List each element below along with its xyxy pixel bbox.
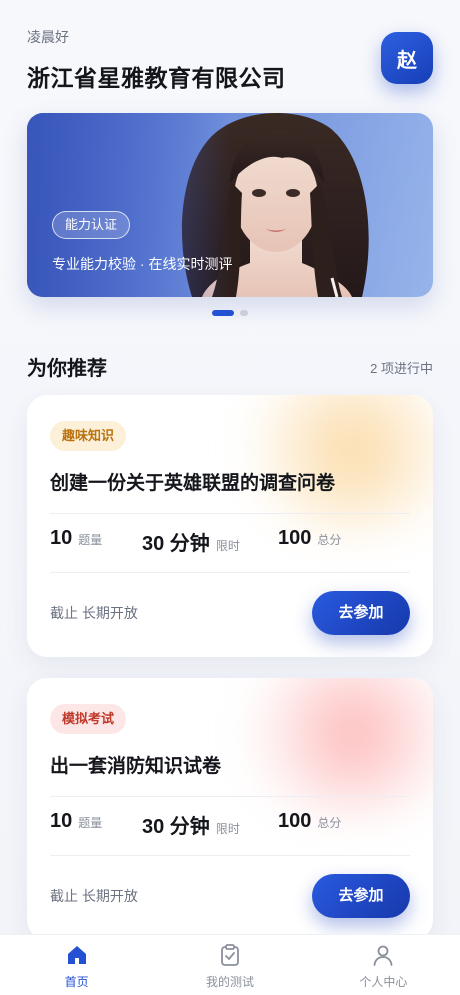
tab-label: 个人中心	[359, 975, 408, 989]
carousel-dot-2[interactable]	[240, 310, 248, 316]
question-count-label: 题量	[78, 816, 103, 830]
tab-label: 首页	[64, 975, 89, 989]
home-icon	[67, 946, 86, 964]
join-button[interactable]: 去参加	[312, 591, 410, 635]
deadline-text: 截止 长期开放	[50, 888, 138, 904]
tab-my-tests[interactable]: 我的测试	[153, 935, 306, 995]
category-badge: 模拟考试	[50, 704, 127, 734]
time-limit-label: 限时	[215, 822, 240, 836]
question-count-label: 题量	[78, 533, 103, 547]
join-button[interactable]: 去参加	[312, 874, 410, 918]
home-screen: 凌晨好 浙江省星雅教育有限公司 赵 能力认证 专业能力校验 · 在线实时测评 为…	[0, 0, 460, 995]
tab-profile[interactable]: 个人中心	[307, 935, 460, 995]
time-limit: 30 分钟	[142, 533, 210, 555]
quiz-title: 出一套消防知识试卷	[50, 756, 222, 777]
company-name: 浙江省星雅教育有限公司	[27, 65, 286, 91]
quiz-stats: 10 题量 30 分钟 限时 100 总分	[50, 810, 410, 840]
clipboard-icon	[221, 944, 239, 966]
carousel-dot-1[interactable]	[212, 310, 234, 316]
total-score-label: 总分	[317, 533, 342, 547]
divider	[50, 572, 410, 573]
carousel-indicator	[0, 310, 460, 316]
bottom-tab-bar: 首页 我的测试 个人中心	[0, 934, 460, 995]
quiz-card[interactable]: 趣味知识 创建一份关于英雄联盟的调查问卷 10 题量 30 分钟 限时 100 总分 …	[27, 395, 433, 657]
avatar[interactable]: 赵	[381, 32, 433, 84]
banner-caption: 专业能力校验 · 在线实时测评	[52, 256, 233, 272]
time-limit-label: 限时	[215, 539, 240, 553]
divider	[50, 796, 410, 797]
header: 凌晨好 浙江省星雅教育有限公司 赵	[27, 28, 433, 98]
in-progress-count: 2 项进行中	[370, 361, 433, 376]
quiz-title: 创建一份关于英雄联盟的调查问卷	[50, 473, 336, 494]
divider	[50, 513, 410, 514]
total-score: 100	[278, 810, 312, 832]
greeting-text: 凌晨好	[27, 29, 69, 45]
recommend-section-header: 为你推荐 2 项进行中	[27, 352, 433, 380]
total-score-label: 总分	[317, 816, 342, 830]
total-score: 100	[278, 527, 312, 549]
banner-tag: 能力认证	[52, 211, 131, 239]
quiz-stats: 10 题量 30 分钟 限时 100 总分	[50, 527, 410, 557]
tab-home[interactable]: 首页	[0, 935, 153, 995]
user-icon	[373, 945, 393, 966]
quiz-card[interactable]: 模拟考试 出一套消防知识试卷 10 题量 30 分钟 限时 100 总分 截止 长期开…	[27, 678, 433, 940]
category-badge: 趣味知识	[50, 421, 127, 451]
deadline-text: 截止 长期开放	[50, 605, 138, 621]
time-limit: 30 分钟	[142, 816, 210, 838]
banner-carousel[interactable]: 能力认证 专业能力校验 · 在线实时测评	[27, 113, 433, 297]
question-count: 10	[50, 527, 73, 549]
divider	[50, 855, 410, 856]
tab-label: 我的测试	[205, 975, 254, 989]
question-count: 10	[50, 810, 73, 832]
